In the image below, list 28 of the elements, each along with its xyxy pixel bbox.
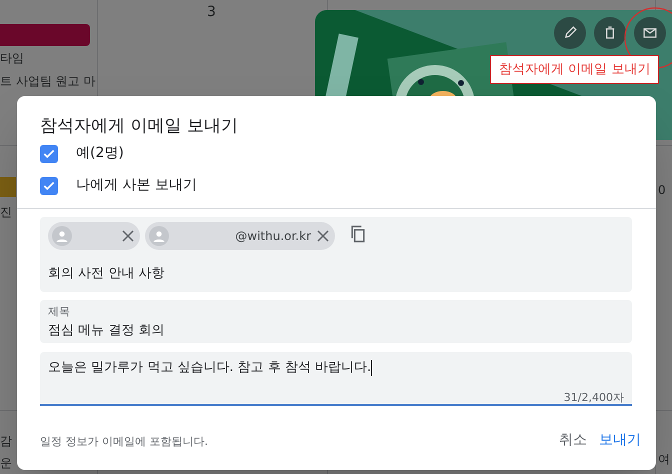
checkbox-label: 나에게 사본 보내기 [76, 176, 197, 195]
event-title[interactable]: 감 [0, 432, 12, 450]
close-icon[interactable] [122, 230, 134, 242]
event-title[interactable]: 타임 [0, 49, 24, 67]
event-title[interactable]: 운 [0, 454, 12, 472]
message-field[interactable]: 오늘은 밀가루가 먹고 싶습니다. 참고 후 참석 바랍니다. 31/2,400자 [40, 352, 632, 406]
event-title[interactable]: 트 사업팀 원고 마 [0, 72, 96, 90]
tooltip: 참석자에게 이메일 보내기 [490, 55, 660, 84]
checkbox-label: 예(2명) [76, 144, 124, 163]
subject-label: 제목 [48, 304, 71, 320]
event-title[interactable]: 여 [658, 450, 670, 468]
footer-info: 일정 정보가 이메일에 포함됩니다. [40, 434, 208, 450]
chip-address: @withu.or.kr [234, 228, 312, 245]
recipients-field[interactable]: @withu.or.kr 회의 사전 안내 사항 [40, 217, 632, 292]
subject-field[interactable]: 제목 점심 메뉴 결정 회의 [40, 300, 632, 343]
text-cursor [371, 360, 372, 376]
event-title[interactable]: 진 [0, 203, 12, 221]
message-text: 오늘은 밀가루가 먹고 싶습니다. 참고 후 참석 바랍니다. [48, 359, 372, 377]
note-text: 회의 사전 안내 사항 [48, 265, 164, 283]
checkbox[interactable] [40, 176, 58, 194]
close-icon[interactable] [317, 230, 329, 242]
recipient-chip[interactable]: @withu.or.kr [145, 222, 335, 250]
character-counter: 31/2,400자 [564, 390, 624, 406]
day-number: 3 [207, 3, 216, 22]
subject-value: 점심 메뉴 결정 회의 [48, 322, 166, 340]
dialog-title: 참석자에게 이메일 보내기 [40, 115, 238, 138]
checkbox[interactable] [40, 144, 58, 162]
event-title[interactable]: 0 [658, 181, 666, 199]
